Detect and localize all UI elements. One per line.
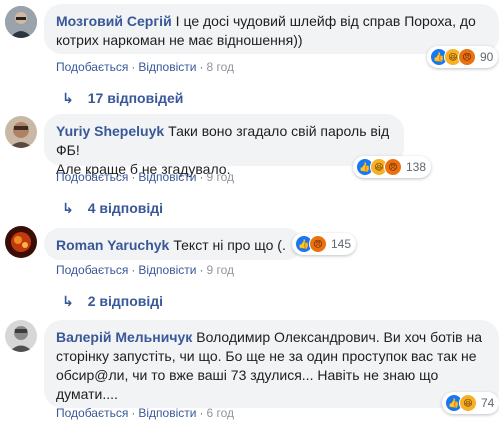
comment-bubble: Roman Yaruchyk Текст ні про що (. <box>44 228 302 260</box>
angry-icon: 😠 <box>458 48 476 66</box>
comment-actions: Подобається · Відповісти · 9 год <box>56 263 234 277</box>
reactions-summary[interactable]: 👍 😆 😠 90 <box>427 46 499 68</box>
comment-text-line: сторінку запустіть, чи що. Бо ще не за о… <box>56 348 477 364</box>
reply-button[interactable]: Відповісти <box>138 60 196 74</box>
reactions-summary[interactable]: 👍 😠 145 <box>292 233 357 255</box>
comment-author[interactable]: Мозговий Сергій <box>56 13 172 29</box>
comment-text-line: Володимир Олександрович. Ви хоч ботів на <box>196 329 482 345</box>
comment-actions: Подобається · Відповісти · 6 год <box>56 406 234 420</box>
view-replies-link[interactable]: ↳ 4 відповіді <box>62 200 163 217</box>
reply-arrow-icon: ↳ <box>62 90 74 106</box>
view-replies-link[interactable]: ↳ 2 відповіді <box>62 293 163 310</box>
avatar[interactable] <box>5 226 37 258</box>
reaction-count: 74 <box>481 396 495 410</box>
comment-author[interactable]: Валерій Мельничук <box>56 329 192 345</box>
reactions-summary[interactable]: 👍 😆 😠 138 <box>353 156 432 178</box>
angry-icon: 😠 <box>384 158 402 176</box>
reaction-count: 138 <box>406 160 427 174</box>
reply-arrow-icon: ↳ <box>62 200 74 216</box>
reply-button[interactable]: Відповісти <box>138 263 196 277</box>
reply-button[interactable]: Відповісти <box>138 170 196 184</box>
timestamp[interactable]: 6 год <box>206 406 234 420</box>
comment-bubble: Yuriy Shepeluyk Таки воно згадало свій па… <box>44 114 404 177</box>
like-button[interactable]: Подобається <box>56 406 128 420</box>
comment-text-line: думати.... <box>56 386 118 402</box>
avatar[interactable] <box>5 320 37 352</box>
replies-count-label: 17 відповідей <box>87 90 184 106</box>
comment-bubble: Мозговий Сергій І це досі чудовий шлейф в… <box>44 4 499 54</box>
haha-icon: 😆 <box>459 394 477 412</box>
reaction-count: 145 <box>331 237 352 251</box>
comment-author[interactable]: Yuriy Shepeluyk <box>56 123 164 139</box>
timestamp[interactable]: 9 год <box>206 263 234 277</box>
reactions-summary[interactable]: 👍 😆 74 <box>442 392 499 414</box>
angry-icon: 😠 <box>309 235 327 253</box>
reply-button[interactable]: Відповісти <box>138 406 196 420</box>
comment-text-line: котрих наркоман не має відношення)) <box>56 32 303 48</box>
timestamp[interactable]: 9 год <box>206 170 234 184</box>
comment-author[interactable]: Roman Yaruchyk <box>56 237 169 253</box>
comment-actions: Подобається · Відповісти · 8 год <box>56 60 234 74</box>
like-button[interactable]: Подобається <box>56 170 128 184</box>
like-button[interactable]: Подобається <box>56 60 128 74</box>
avatar[interactable] <box>5 6 37 38</box>
like-button[interactable]: Подобається <box>56 263 128 277</box>
reply-arrow-icon: ↳ <box>62 293 74 309</box>
comment-text-line: обсир@ли, чи то вже ваші 73 здулися... Н… <box>56 367 439 383</box>
reaction-count: 90 <box>480 50 494 64</box>
comment-text-line: Текст ні про що (. <box>173 237 286 253</box>
comment-text-line: І це досі чудовий шлейф від справ Пороха… <box>175 13 476 29</box>
replies-count-label: 2 відповіді <box>87 293 164 309</box>
avatar[interactable] <box>5 116 37 148</box>
comment-bubble: Валерій Мельничук Володимир Олександрович… <box>44 320 499 408</box>
comment-actions: Подобається · Відповісти · 9 год <box>56 170 234 184</box>
view-replies-link[interactable]: ↳ 17 відповідей <box>62 90 183 107</box>
replies-count-label: 4 відповіді <box>87 200 164 216</box>
timestamp[interactable]: 8 год <box>206 60 234 74</box>
